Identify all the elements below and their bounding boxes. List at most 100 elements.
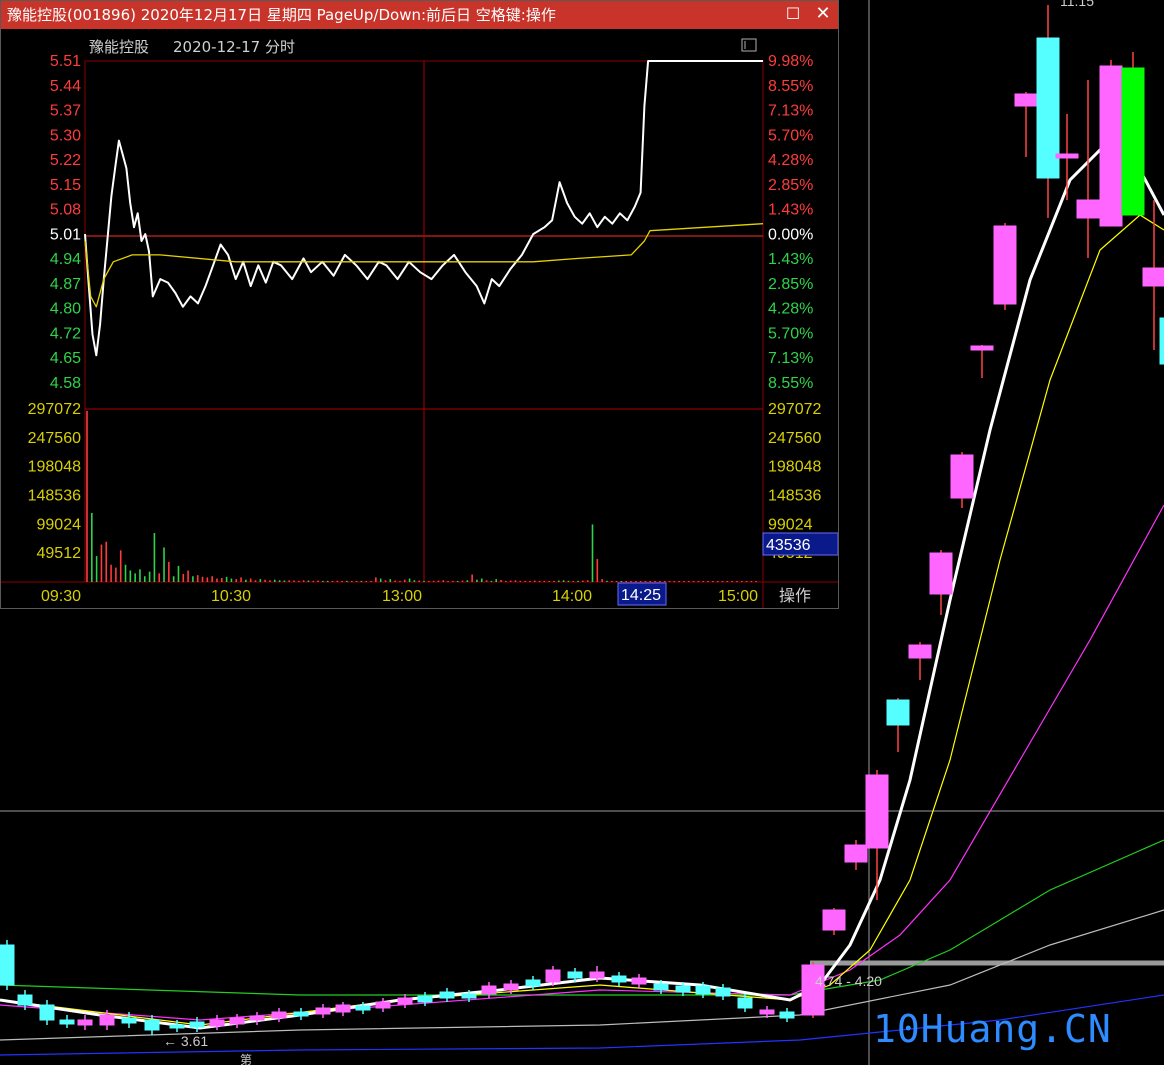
right-percent-axis: 9.98% 8.55% 7.13% 5.70% 4.28% 2.85% 1.43% 0.00%… [768,53,813,392]
percent-tick-label: 2.85% [768,276,813,293]
kline-candle [886,699,910,726]
kline-candle [715,987,731,997]
volume-tick-label: 297072 [28,401,81,418]
kline-candle [525,979,541,987]
percent-tick-label: 4.28% [768,301,813,318]
intraday-date-label: 2020-12-17 分时 [173,38,295,56]
kline-candle [249,1015,265,1021]
kline-candle [970,345,994,351]
kline-candle [545,969,561,983]
left-volume-axis: 297072 247560 198048 148536 99024 49512 [28,401,81,562]
kline-candle [611,975,627,983]
kline-candle [335,1004,351,1013]
percent-tick-label: 8.55% [768,375,813,392]
kline-candle [993,225,1017,305]
kline-candle [121,1017,137,1024]
volume-bars [86,411,757,582]
price-tick-label: 5.22 [50,152,81,169]
time-tick-label: 14:00 [552,588,592,605]
price-tick-label: 5.37 [50,103,81,120]
price-tick-label: 4.87 [50,276,81,293]
price-tick-label: 5.44 [50,78,81,95]
volume-tick-label: 99024 [37,516,82,533]
percent-tick-label: 7.13% [768,103,813,120]
kline-candle [355,1005,371,1011]
percent-tick-label: 8.55% [768,78,813,95]
kline-candle [759,1009,775,1015]
kline-candle [929,552,953,595]
kline-candle [439,991,455,999]
kline-candle [1142,267,1164,287]
kline-candle [169,1024,185,1029]
percent-tick-label: 0.00% [768,226,813,243]
kline-candle [397,997,413,1005]
percent-tick-label: 7.13% [768,350,813,367]
intraday-popup-window[interactable]: 豫能控股(001896) 2020年12月17日 星期四 PageUp/Down… [0,0,839,609]
volume-tick-label: 148536 [28,488,81,505]
price-tick-label: 4.65 [50,350,81,367]
price-tick-label: 5.30 [50,127,81,144]
kline-candle [99,1014,115,1026]
price-tick-label: 5.08 [50,202,81,219]
volume-tick-label: 99024 [768,516,813,533]
kline-candle [39,1004,55,1021]
kline-small-label: 第 [240,1053,252,1065]
kline-range-label: 4.74 - 4.20 [815,973,882,989]
time-tick-label: 09:30 [41,588,81,605]
percent-tick-label: 5.70% [768,325,813,342]
popup-title-bar[interactable]: 豫能控股(001896) 2020年12月17日 星期四 PageUp/Down… [1,1,838,29]
price-tick-label: 4.72 [50,325,81,342]
cursor-time-value: 14:25 [621,587,661,604]
time-tick-label: 15:00 [718,588,758,605]
percent-tick-label: 1.43% [768,202,813,219]
time-tick-label: 10:30 [211,588,251,605]
kline-candle [481,985,497,995]
kline-candle [844,844,868,863]
intraday-stock-name: 豫能控股 [89,38,149,56]
volume-tick-label: 247560 [28,430,81,447]
kline-candle [822,909,846,931]
kline-candle [737,997,753,1009]
kline-candle [77,1019,93,1026]
price-tick-label: 5.01 [50,226,81,243]
volume-tick-label: 49512 [37,545,82,562]
kline-candle [189,1021,205,1028]
volume-tick-label: 247560 [768,430,821,447]
kline-high-label: 11.15 [1060,0,1094,9]
close-icon[interactable]: ✕ [813,4,833,24]
percent-tick-label: 9.98% [768,53,813,70]
kline-candle [17,994,33,1006]
kline-candle [1076,199,1100,219]
left-price-axis: 5.51 5.44 5.37 5.30 5.22 5.15 5.08 5.01 4.94 4.87… [50,53,81,392]
kline-candle [675,985,691,993]
kline-candle [417,995,433,1003]
volume-tick-label: 198048 [768,459,821,476]
percent-tick-label: 5.70% [768,127,813,144]
volume-tick-label: 198048 [28,459,81,476]
panel-toggle-icon[interactable] [741,38,757,52]
kline-candle [461,993,477,999]
kline-candle [503,983,519,991]
kline-candle [1121,67,1145,216]
maximize-icon[interactable]: ☐ [785,6,801,22]
kline-candle [1159,317,1164,365]
watermark-logo: 10Huang.CN [873,1007,1112,1051]
action-button[interactable]: 操作 [779,586,811,605]
kline-candle [209,1019,225,1027]
kline-candle [271,1011,287,1019]
kline-candle [1099,65,1123,227]
price-tick-label: 4.94 [50,251,81,268]
kline-candle [589,971,605,979]
kline-candle [695,985,711,995]
kline-candle [865,774,889,849]
kline-candle [59,1019,75,1025]
percent-tick-label: 1.43% [768,251,813,268]
kline-candle [315,1007,331,1015]
price-tick-label: 4.58 [50,375,81,392]
cursor-volume-value: 43536 [766,537,811,554]
price-tick-label: 5.15 [50,177,81,194]
percent-tick-label: 4.28% [768,152,813,169]
kline-candle [0,944,15,986]
kline-candle [229,1017,245,1025]
intraday-chart[interactable]: 豫能控股 2020-12-17 分时 5.515.445.375.305.225… [1,29,838,608]
